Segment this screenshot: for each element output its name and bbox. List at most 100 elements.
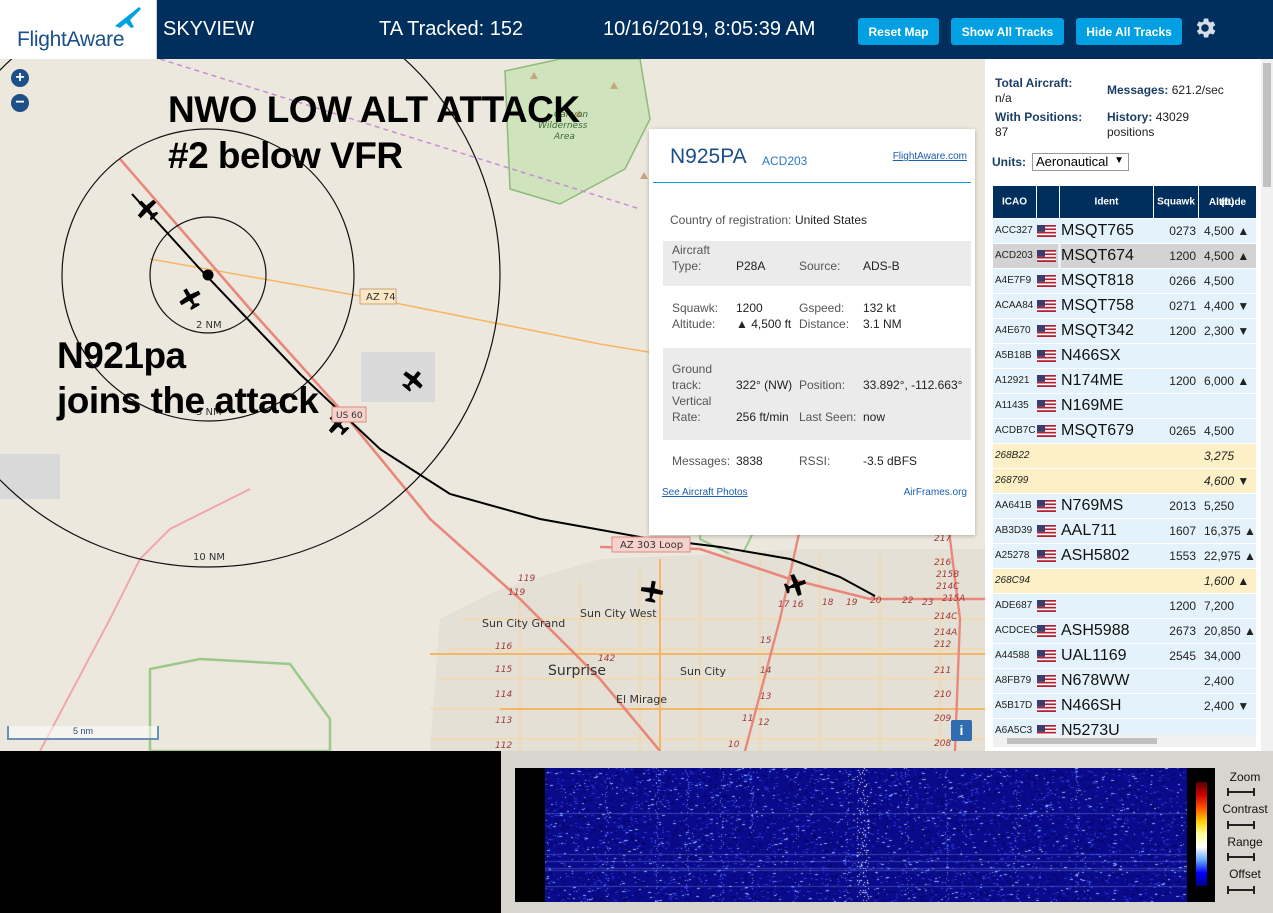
country-value: United States	[795, 213, 868, 227]
waterfall-display[interactable]	[515, 768, 1215, 902]
horizontal-scrollbar[interactable]	[993, 735, 1256, 747]
cell-icao: A8FB79	[995, 675, 1032, 686]
us-flag-icon	[1037, 500, 1056, 512]
cell-squawk: 2013	[1169, 499, 1196, 513]
table-row[interactable]: A11435 N169ME	[993, 394, 1256, 419]
contrast-slider[interactable]	[1227, 821, 1255, 829]
svg-text:215A: 215A	[942, 594, 965, 604]
offset-slider[interactable]	[1227, 886, 1255, 894]
flightaware-link[interactable]: FlightAware.com	[893, 151, 967, 162]
squawk-label: Squawk:	[672, 301, 719, 315]
scale-bar: 5 nm	[7, 726, 159, 740]
label-az303: AZ 303 Loop	[620, 540, 683, 551]
table-row[interactable]: A5B17D N466SH 2,400 ▼	[993, 694, 1256, 719]
zoom-in-button[interactable]: +	[11, 69, 29, 87]
cell-altitude: 4,500	[1204, 274, 1235, 288]
us-flag-icon	[1037, 625, 1056, 637]
aircraft-photos-link[interactable]: See Aircraft Photos	[662, 487, 748, 498]
units-select[interactable]: Aeronautical ▼	[1032, 153, 1129, 171]
col-header-altitude[interactable]: Altitude (ft)	[1199, 186, 1256, 218]
waterfall-canvas[interactable]	[545, 768, 1187, 902]
cell-icao: A5B17D	[995, 700, 1033, 711]
header-bar: FlightAware SKYVIEW TA Tracked: 152 10/1…	[0, 0, 1273, 59]
label-sun-city-grand: Sun City Grand	[482, 617, 565, 630]
cell-flag	[1036, 594, 1058, 618]
map-view[interactable]: 2 NM 5 NM 10 NM AZ 74 US 60 AZ 303 Loop …	[0, 59, 985, 751]
table-row[interactable]: 268C94 1,600 ▲	[993, 569, 1256, 594]
col-header-icao[interactable]: ICAO	[993, 186, 1036, 218]
overlay-text-line3: N921pa	[57, 335, 186, 376]
col-header-flag[interactable]	[1037, 186, 1059, 218]
cell-squawk	[1154, 444, 1199, 468]
cell-ident: N678WW	[1061, 672, 1130, 689]
urban-area	[430, 549, 985, 751]
show-all-tracks-button[interactable]: Show All Tracks	[951, 18, 1064, 45]
table-row[interactable]: 268799 4,600 ▼	[993, 469, 1256, 494]
overlay-text-line2: #2 below VFR	[168, 135, 403, 176]
zoom-slider[interactable]	[1227, 788, 1255, 796]
table-row[interactable]: ADE687 1200 7,200	[993, 594, 1256, 619]
table-row[interactable]: ACC327 MSQT765 0273 4,500 ▲	[993, 219, 1256, 244]
hide-all-tracks-button[interactable]: Hide All Tracks	[1076, 18, 1182, 45]
table-row[interactable]: A4E7F9 MSQT818 0266 4,500	[993, 269, 1256, 294]
last-seen-value: now	[863, 410, 886, 424]
table-row[interactable]: ACDB7C MSQT679 0265 4,500	[993, 419, 1256, 444]
table-row[interactable]: AA641B N769MS 2013 5,250	[993, 494, 1256, 519]
svg-text:116: 116	[495, 642, 512, 652]
cell-flag	[1036, 544, 1058, 568]
table-row[interactable]: A8FB79 N678WW 2,400	[993, 669, 1256, 694]
ground-label: Ground	[672, 362, 713, 376]
cell-altitude: 2,300 ▼	[1204, 324, 1250, 338]
cell-ident: ASH5802	[1061, 547, 1130, 564]
svg-text:112: 112	[495, 741, 512, 751]
label-sun-city: Sun City	[680, 665, 726, 678]
gear-icon[interactable]	[1192, 15, 1218, 41]
cell-flag	[1036, 369, 1058, 393]
table-row[interactable]: A12921 N174ME 1200 6,000 ▲	[993, 369, 1256, 394]
cell-icao: A5B18B	[995, 350, 1032, 361]
svg-text:23: 23	[922, 598, 934, 608]
svg-text:11: 11	[742, 714, 753, 724]
airframes-link[interactable]: AirFrames.org	[904, 487, 967, 498]
table-row[interactable]: A4E670 MSQT342 1200 2,300 ▼	[993, 319, 1256, 344]
table-row[interactable]: ACD203 MSQT674 1200 4,500 ▲	[993, 244, 1256, 269]
vertical-scroll-thumb[interactable]	[1263, 63, 1271, 187]
altitude-value: ▲ 4,500 ft	[736, 317, 792, 331]
info-button[interactable]: i	[951, 720, 972, 741]
svg-text:214C: 214C	[936, 582, 960, 592]
cell-flag	[1036, 669, 1058, 693]
cell-altitude: 4,400 ▼	[1204, 299, 1250, 313]
label-el-mirage: El Mirage	[616, 693, 667, 706]
svg-text:215B: 215B	[936, 570, 959, 580]
vertical-scrollbar[interactable]	[1261, 59, 1273, 751]
label-sun-city-west: Sun City West	[580, 607, 657, 620]
gray-zone-west	[0, 454, 60, 499]
rate-value: 256 ft/min	[736, 410, 789, 424]
table-row[interactable]: ACDCEC ASH5988 2673 20,850 ▲	[993, 619, 1256, 644]
table-row[interactable]: 268B22 3,275	[993, 444, 1256, 469]
reset-map-button[interactable]: Reset Map	[858, 18, 939, 45]
us-flag-icon	[1037, 425, 1056, 437]
table-row[interactable]: A25278 ASH5802 1553 22,975 ▲	[993, 544, 1256, 569]
table-row[interactable]: AB3D39 AAL711 1607 16,375 ▲	[993, 519, 1256, 544]
skyview-app: FlightAware SKYVIEW TA Tracked: 152 10/1…	[0, 0, 1273, 913]
range-slider[interactable]	[1227, 853, 1255, 861]
popup-divider	[653, 182, 971, 183]
horizontal-scroll-thumb[interactable]	[1007, 738, 1157, 744]
cell-squawk: 0266	[1169, 274, 1196, 288]
label-area: Area	[553, 132, 575, 142]
table-row[interactable]: A5B18B N466SX	[993, 344, 1256, 369]
cell-altitude: 7,200	[1204, 599, 1235, 613]
col-header-ident[interactable]: Ident	[1060, 186, 1153, 218]
aircraft-icon	[179, 288, 201, 311]
table-row[interactable]: A44588 UAL1169 2545 34,000	[993, 644, 1256, 669]
us-flag-icon	[1037, 375, 1056, 387]
flightaware-logo[interactable]: FlightAware	[0, 0, 157, 59]
svg-text:212: 212	[934, 640, 951, 650]
cell-icao: 268799	[995, 475, 1029, 486]
cell-ident	[1061, 594, 1154, 618]
zoom-out-button[interactable]: −	[11, 94, 29, 112]
svg-text:211: 211	[934, 666, 951, 676]
col-header-squawk[interactable]: Squawk	[1154, 186, 1198, 218]
table-row[interactable]: ACAA84 MSQT758 0271 4,400 ▼	[993, 294, 1256, 319]
